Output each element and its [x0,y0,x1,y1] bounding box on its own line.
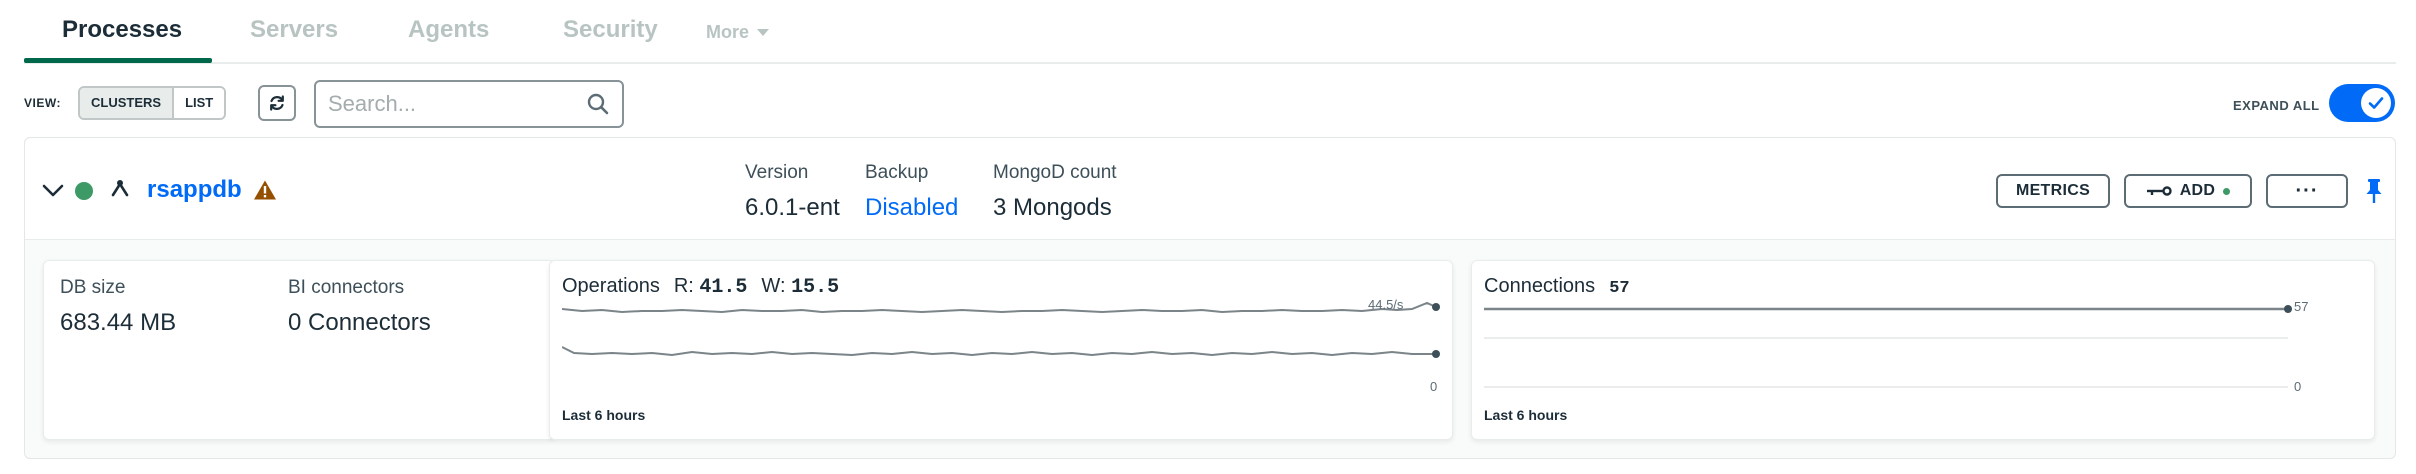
refresh-icon [270,95,284,111]
view-label: VIEW: [24,96,61,110]
operations-range-label: Last 6 hours [562,407,646,423]
operations-chart-title: Operations R: 41.5 W: 15.5 [562,275,839,299]
chevron-down-icon[interactable] [41,178,65,202]
writes-line-endpoint [1432,350,1440,358]
search-box [314,80,624,128]
operations-max-label: 44.5/s [1368,297,1404,312]
key-icon [2146,186,2172,196]
more-actions-button[interactable]: ··· [2266,174,2348,208]
expand-all-label: EXPAND ALL [2233,98,2320,113]
view-list-button[interactable]: LIST [174,88,225,118]
connections-max-label: 57 [2294,299,2309,314]
operations-min-label: 0 [1430,379,1438,394]
mongod-count-value: 3 Mongods [993,194,1112,221]
writes-label: W: [761,275,786,297]
connections-min-label: 0 [2294,379,2302,394]
status-dot-small [2223,187,2231,195]
connections-range-label: Last 6 hours [1484,407,1568,423]
connections-line-endpoint [2284,305,2292,313]
backup-meta: Backup Disabled [865,162,958,222]
connections-title: Connections [1484,275,1596,297]
operations-chart-panel[interactable]: Operations R: 41.5 W: 15.5 44.5/s 0 Last… [549,260,1453,440]
active-tab-indicator [24,58,212,63]
view-toggle: CLUSTERS LIST [78,86,227,120]
reads-value: 41.5 [699,276,748,299]
checkmark-icon [2368,97,2384,109]
replica-set-icon [111,180,129,197]
caret-down-icon [757,29,770,36]
tab-processes[interactable]: Processes [62,16,182,44]
metrics-button[interactable]: METRICS [1996,174,2110,208]
warning-icon[interactable] [253,179,277,201]
tab-more-dropdown[interactable]: More [706,22,770,43]
add-button-label: ADD [2179,182,2216,199]
db-stats-panel: DB size 683.44 MB BI connectors 0 Connec… [43,260,555,440]
db-size-value: 683.44 MB [60,309,177,336]
tab-bar: Processes Servers Agents Security More [24,0,2396,64]
mongod-count-label: MongoD count [993,162,1117,183]
version-meta: Version 6.0.1-ent [745,162,840,222]
bi-connectors-label: BI connectors [288,277,405,298]
backup-label: Backup [865,162,929,183]
version-label: Version [745,162,809,183]
backup-status-link[interactable]: Disabled [865,194,958,222]
add-button[interactable]: ADD [2124,174,2252,208]
db-size-label: DB size [60,277,126,298]
ellipsis-icon: ··· [2295,179,2319,202]
expand-all-toggle[interactable] [2329,84,2395,122]
search-icon[interactable] [586,92,610,116]
tab-more-label: More [706,22,750,42]
metrics-button-label: METRICS [2015,182,2091,199]
status-dot [75,182,93,200]
search-input[interactable] [328,88,578,120]
reads-line-endpoint [1432,303,1440,311]
view-clusters-button[interactable]: CLUSTERS [80,88,175,118]
bi-connectors-value: 0 Connectors [288,309,431,336]
tab-agents[interactable]: Agents [408,16,489,44]
writes-value: 15.5 [791,276,840,299]
reads-label: R: [673,275,694,297]
toggle-knob [2361,88,2391,118]
connections-sparkline [1484,305,2292,388]
version-value: 6.0.1-ent [745,194,840,221]
cluster-header: rsappdb Version 6.0.1-ent Backup Disable… [25,138,2395,240]
connections-value: 57 [1609,279,1630,298]
cluster-card: rsappdb Version 6.0.1-ent Backup Disable… [24,137,2396,459]
operations-sparkline [562,301,1440,358]
tab-servers[interactable]: Servers [250,16,338,44]
cluster-name-link[interactable]: rsappdb [147,176,242,204]
connections-chart-title: Connections 57 [1484,275,1630,298]
mongod-meta: MongoD count 3 Mongods [993,162,1117,222]
operations-title: Operations [562,275,660,297]
refresh-button[interactable] [258,85,296,121]
writes-line [562,346,1436,357]
pin-icon[interactable] [2365,177,2383,205]
connections-chart-panel[interactable]: Connections 57 57 0 Last 6 hours [1471,260,2375,440]
tab-security[interactable]: Security [563,16,658,44]
reads-line [562,301,1437,314]
